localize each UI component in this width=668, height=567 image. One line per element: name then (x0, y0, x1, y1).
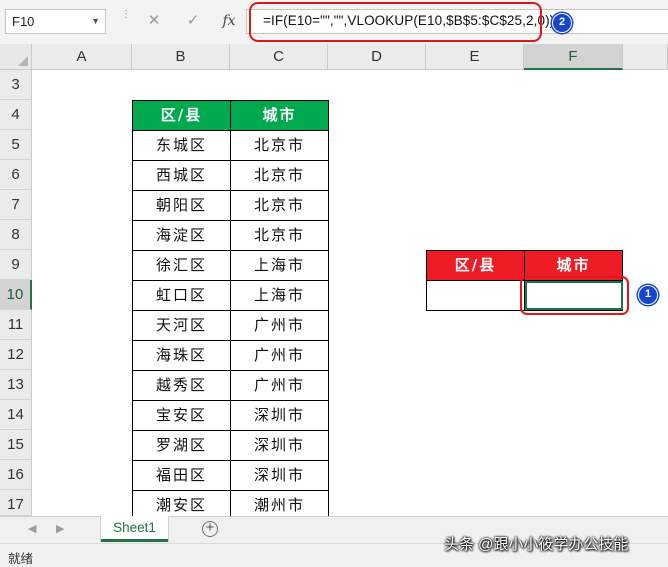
lookup-cell-district[interactable]: 潮安区 (132, 490, 231, 518)
row-header-16[interactable]: 16 (0, 460, 32, 490)
lookup-cell-district[interactable]: 罗湖区 (132, 430, 231, 461)
row-header-5[interactable]: 5 (0, 130, 32, 160)
chevron-down-icon[interactable]: ▼ (91, 10, 100, 33)
lookup-header-district[interactable]: 区/县 (132, 100, 231, 131)
lookup-cell-city[interactable]: 深圳市 (230, 430, 329, 461)
name-box-value: F10 (12, 14, 35, 29)
lookup-header-city[interactable]: 城市 (230, 100, 329, 131)
row-header-10[interactable]: 10 (0, 280, 32, 310)
select-all-button[interactable] (0, 44, 32, 70)
lookup-cell-district[interactable]: 海淀区 (132, 220, 231, 251)
lookup-cell-city[interactable]: 广州市 (230, 310, 329, 341)
formula-bar: F10 ▼ ⋮ ✕ ✓ fx =IF(E10="","",VLOOKUP(E10… (0, 0, 668, 45)
lookup-cell-district[interactable]: 东城区 (132, 130, 231, 161)
row-header-6[interactable]: 6 (0, 160, 32, 190)
lookup-cell-city[interactable]: 广州市 (230, 370, 329, 401)
watermark-text: 头条 @跟小小筱学办公技能 (444, 536, 629, 553)
lookup-cell-city[interactable]: 上海市 (230, 280, 329, 311)
row-header-13[interactable]: 13 (0, 370, 32, 400)
sheet-tab-sheet1[interactable]: Sheet1 (101, 516, 168, 542)
query-input-district[interactable] (426, 280, 525, 311)
column-header-a[interactable]: A (32, 44, 132, 70)
row-header-4[interactable]: 4 (0, 100, 32, 130)
row-header-11[interactable]: 11 (0, 310, 32, 340)
lookup-cell-district[interactable]: 西城区 (132, 160, 231, 191)
lookup-cell-district[interactable]: 宝安区 (132, 400, 231, 431)
lookup-cell-district[interactable]: 越秀区 (132, 370, 231, 401)
cancel-icon[interactable]: ✕ (143, 10, 165, 32)
row-header-3[interactable]: 3 (0, 70, 32, 100)
row-header-17[interactable]: 17 (0, 490, 32, 516)
add-sheet-icon[interactable]: + (202, 520, 218, 537)
lookup-cell-city[interactable]: 北京市 (230, 190, 329, 221)
lookup-cell-city[interactable]: 潮州市 (230, 490, 329, 518)
lookup-cell-district[interactable]: 天河区 (132, 310, 231, 341)
lookup-cell-district[interactable]: 徐汇区 (132, 250, 231, 281)
row-header-14[interactable]: 14 (0, 400, 32, 430)
query-header-district[interactable]: 区/县 (426, 250, 525, 281)
row-header-9[interactable]: 9 (0, 250, 32, 280)
step-badge-2: 2 (552, 13, 572, 33)
lookup-cell-city[interactable]: 广州市 (230, 340, 329, 371)
name-box[interactable]: F10 ▼ (5, 9, 106, 34)
lookup-cell-city[interactable]: 北京市 (230, 220, 329, 251)
column-header-d[interactable]: D (328, 44, 426, 70)
lookup-cell-district[interactable]: 海珠区 (132, 340, 231, 371)
lookup-cell-city[interactable]: 北京市 (230, 160, 329, 191)
insert-function-icon[interactable]: fx (218, 10, 240, 32)
lookup-cell-city[interactable]: 深圳市 (230, 460, 329, 491)
lookup-cell-district[interactable]: 虹口区 (132, 280, 231, 311)
column-header-partial[interactable] (623, 44, 668, 70)
row-header-12[interactable]: 12 (0, 340, 32, 370)
lookup-cell-district[interactable]: 福田区 (132, 460, 231, 491)
column-header-c[interactable]: C (230, 44, 328, 70)
row-header-15[interactable]: 15 (0, 430, 32, 460)
formula-highlight-box (249, 2, 542, 42)
row-header-7[interactable]: 7 (0, 190, 32, 220)
drag-handle-icon[interactable]: ⋮ (121, 10, 131, 32)
step-badge-1: 1 (638, 285, 658, 305)
lookup-cell-city[interactable]: 北京市 (230, 130, 329, 161)
enter-icon[interactable]: ✓ (182, 10, 204, 32)
column-header-f[interactable]: F (524, 44, 623, 70)
column-header-e[interactable]: E (426, 44, 524, 70)
status-ready: 就绪 (8, 552, 34, 566)
scroll-right-icon[interactable]: ▶ (56, 522, 64, 535)
lookup-cell-city[interactable]: 上海市 (230, 250, 329, 281)
column-header-b[interactable]: B (132, 44, 230, 70)
lookup-cell-district[interactable]: 朝阳区 (132, 190, 231, 221)
lookup-cell-city[interactable]: 深圳市 (230, 400, 329, 431)
cell-highlight-box (520, 276, 629, 315)
row-header-8[interactable]: 8 (0, 220, 32, 250)
scroll-left-icon[interactable]: ◀ (28, 522, 36, 535)
